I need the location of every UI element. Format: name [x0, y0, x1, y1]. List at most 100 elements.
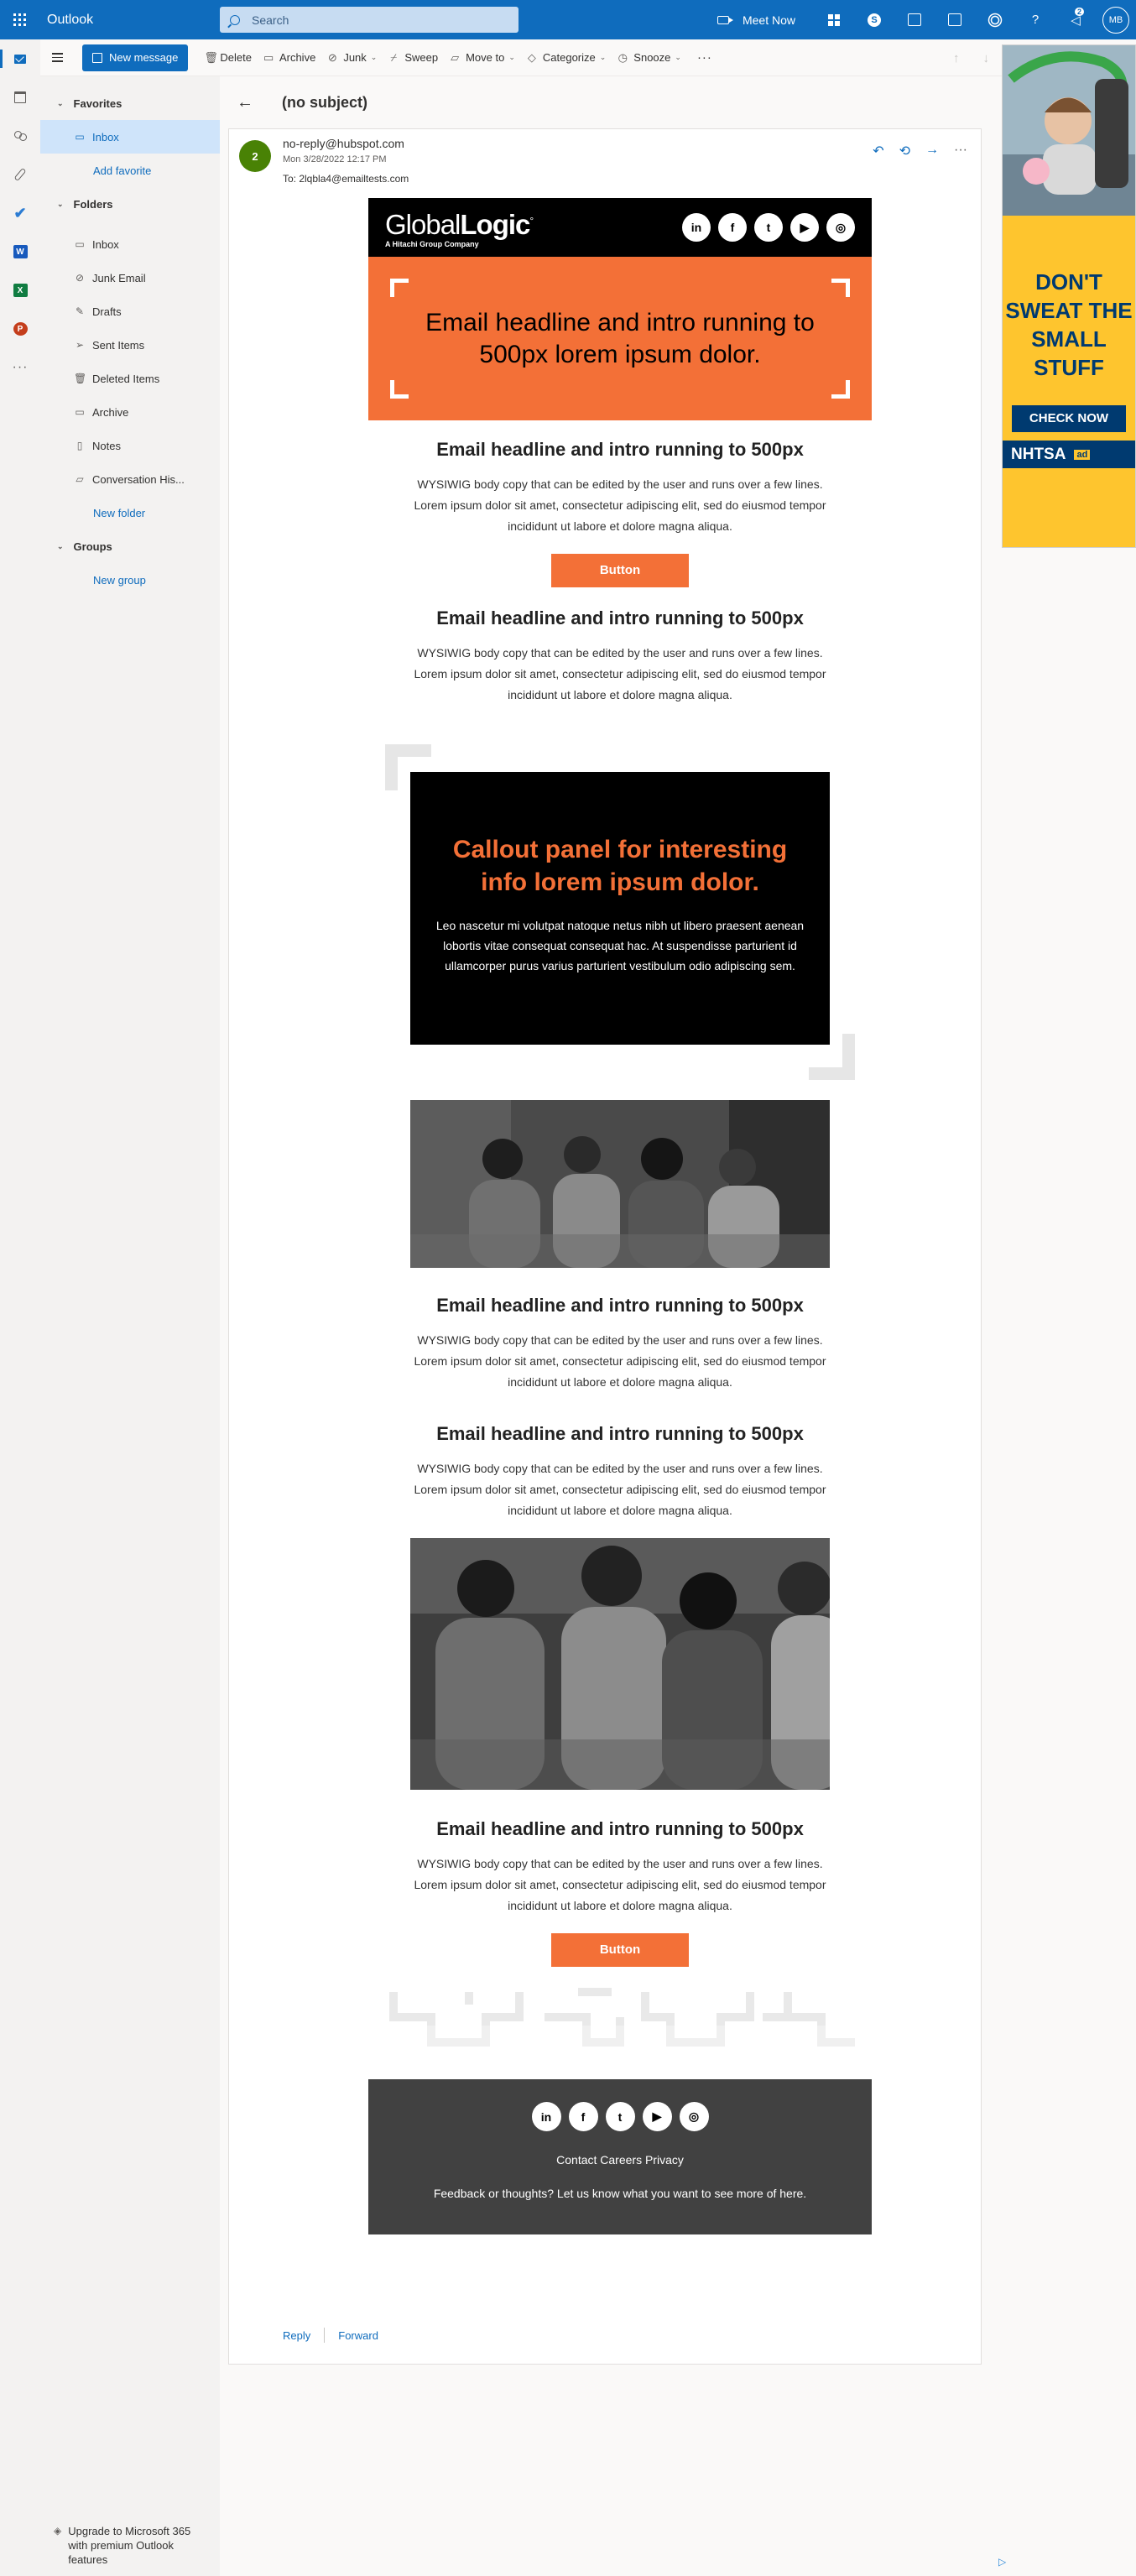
- delete-button[interactable]: 🗑 Delete: [198, 44, 258, 71]
- facebook-icon[interactable]: f: [718, 213, 747, 242]
- facebook-icon[interactable]: f: [568, 2102, 598, 2131]
- reading-pane: ← (no subject) 2 no-reply@hubspot.com Mo…: [220, 76, 988, 2576]
- folder-notes[interactable]: ▯ Notes: [40, 429, 220, 462]
- move-to-button[interactable]: ▱ Move to ⌄: [444, 44, 521, 71]
- new-group-link[interactable]: New group: [40, 563, 220, 597]
- groups-header[interactable]: ⌄ Groups: [40, 533, 220, 560]
- reply-forward-bar: Reply Forward: [283, 2328, 378, 2343]
- header-actions: Meet Now S ? ◁ 2 MB: [717, 0, 1136, 39]
- folder-junk-email[interactable]: ⊘ Junk Email: [40, 261, 220, 295]
- broom-icon: ⌿: [390, 50, 398, 64]
- snooze-button[interactable]: ◷ Snooze ⌄: [612, 44, 687, 71]
- folder-conversation-history[interactable]: ▱ Conversation His...: [40, 462, 220, 496]
- rail-people[interactable]: [0, 117, 40, 155]
- search-box[interactable]: [220, 7, 518, 33]
- powerpoint-icon: P: [13, 322, 28, 336]
- reply-all-icon[interactable]: ⟲: [899, 143, 910, 159]
- meet-now-button[interactable]: Meet Now: [717, 13, 795, 27]
- youtube-icon[interactable]: ▶: [790, 213, 819, 242]
- cta-button[interactable]: Button: [551, 1933, 689, 1967]
- message-card: 2 no-reply@hubspot.com Mon 3/28/2022 12:…: [228, 128, 982, 2365]
- folder-label: Notes: [92, 439, 121, 452]
- favorite-inbox[interactable]: ▭ Inbox: [40, 120, 220, 154]
- footer-feedback[interactable]: Feedback or thoughts? Let us know what y…: [427, 2185, 813, 2202]
- sender-address[interactable]: no-reply@hubspot.com: [283, 137, 404, 150]
- ad-check-now-button[interactable]: CHECK NOW: [1012, 405, 1126, 432]
- word-icon: W: [13, 245, 28, 258]
- junk-button[interactable]: ⊘ Junk ⌄: [321, 44, 383, 71]
- upgrade-banner[interactable]: ◈ Upgrade to Microsoft 365 with premium …: [54, 2524, 205, 2567]
- rail-calendar[interactable]: [0, 78, 40, 117]
- forward-link[interactable]: Forward: [338, 2329, 378, 2342]
- help-button[interactable]: ?: [1015, 0, 1055, 39]
- apps-button[interactable]: [814, 0, 854, 39]
- settings-button[interactable]: [975, 0, 1015, 39]
- instagram-icon[interactable]: ◎: [826, 213, 855, 242]
- teams-button[interactable]: [894, 0, 935, 39]
- favorites-header[interactable]: ⌄ Favorites: [40, 90, 220, 117]
- globallogic-logo[interactable]: GlobalLogic° A Hitachi Group Company: [385, 207, 534, 248]
- arrow-up-icon[interactable]: ↑: [953, 51, 960, 65]
- folder-drafts[interactable]: ✎ Drafts: [40, 295, 220, 328]
- youtube-icon[interactable]: ▶: [642, 2102, 672, 2131]
- more-actions-button[interactable]: ···: [687, 50, 722, 65]
- ad-brand-bar: NHTSA ad: [1003, 441, 1135, 468]
- back-arrow-icon[interactable]: ←: [237, 93, 270, 112]
- excel-icon: X: [13, 284, 28, 297]
- sender-avatar[interactable]: 2: [239, 140, 271, 172]
- sweep-button[interactable]: ⌿ Sweep: [383, 44, 444, 71]
- linkedin-icon[interactable]: in: [682, 213, 711, 242]
- email-header: GlobalLogic° A Hitachi Group Company in …: [368, 198, 872, 257]
- rail-mail[interactable]: [0, 39, 40, 78]
- archive-button[interactable]: ▭ Archive: [258, 44, 321, 71]
- rail-excel[interactable]: X: [0, 271, 40, 310]
- rail-powerpoint[interactable]: P: [0, 310, 40, 348]
- rail-word[interactable]: W: [0, 232, 40, 271]
- account-avatar[interactable]: MB: [1102, 6, 1129, 34]
- logo-trademark: °: [529, 214, 534, 227]
- search-input[interactable]: [252, 13, 503, 27]
- snooze-label: Snooze: [633, 51, 671, 64]
- rail-todo[interactable]: ✔: [0, 194, 40, 232]
- arrow-down-icon[interactable]: ↓: [983, 51, 990, 65]
- trash-icon: 🗑: [74, 373, 87, 384]
- app-title[interactable]: Outlook: [39, 13, 220, 28]
- new-message-button[interactable]: New message: [82, 44, 189, 71]
- rail-more-apps[interactable]: ···: [0, 348, 40, 387]
- footer-links[interactable]: Contact Careers Privacy: [368, 2153, 872, 2167]
- hamburger-menu-button[interactable]: [40, 39, 74, 76]
- my-day-button[interactable]: [935, 0, 975, 39]
- email-footer: in f t ▶ ◎ Contact Careers Privacy Feedb…: [368, 2079, 872, 2234]
- add-favorite-link[interactable]: Add favorite: [40, 154, 220, 187]
- whats-new-button[interactable]: ◁ 2: [1055, 0, 1096, 39]
- instagram-icon[interactable]: ◎: [679, 2102, 709, 2131]
- clock-icon: ◷: [618, 50, 628, 64]
- adchoices-icon[interactable]: ▷: [998, 2556, 1006, 2568]
- skype-button[interactable]: S: [854, 0, 894, 39]
- cta-button[interactable]: Button: [551, 554, 689, 587]
- folder-inbox[interactable]: ▭ Inbox: [40, 227, 220, 261]
- folder-sent-items[interactable]: ➢ Sent Items: [40, 328, 220, 362]
- move-to-label: Move to: [466, 51, 505, 64]
- skype-icon: S: [868, 13, 881, 27]
- twitter-icon[interactable]: t: [754, 213, 783, 242]
- new-folder-link[interactable]: New folder: [40, 496, 220, 529]
- corner-bracket-icon: [831, 380, 850, 399]
- folder-deleted-items[interactable]: 🗑 Deleted Items: [40, 362, 220, 395]
- question-icon: ?: [1031, 13, 1040, 27]
- more-options-icon[interactable]: ···: [954, 143, 967, 159]
- content-block-4: Email headline and intro running to 500p…: [368, 1423, 872, 1521]
- reply-link[interactable]: Reply: [283, 2329, 310, 2342]
- rail-files[interactable]: [0, 155, 40, 194]
- chevron-down-icon: ⌄: [57, 98, 64, 107]
- categorize-button[interactable]: ◇ Categorize ⌄: [521, 44, 612, 71]
- reply-icon[interactable]: ↶: [873, 143, 883, 159]
- folder-archive[interactable]: ▭ Archive: [40, 395, 220, 429]
- app-launcher-button[interactable]: [0, 0, 39, 39]
- linkedin-icon[interactable]: in: [531, 2102, 561, 2131]
- advertisement-banner[interactable]: DON'T SWEAT THE SMALL STUFF CHECK NOW NH…: [1002, 44, 1136, 548]
- twitter-icon[interactable]: t: [605, 2102, 635, 2131]
- diamond-icon: ◈: [54, 2525, 62, 2537]
- forward-icon[interactable]: →: [925, 143, 939, 159]
- folders-header[interactable]: ⌄ Folders: [40, 190, 220, 217]
